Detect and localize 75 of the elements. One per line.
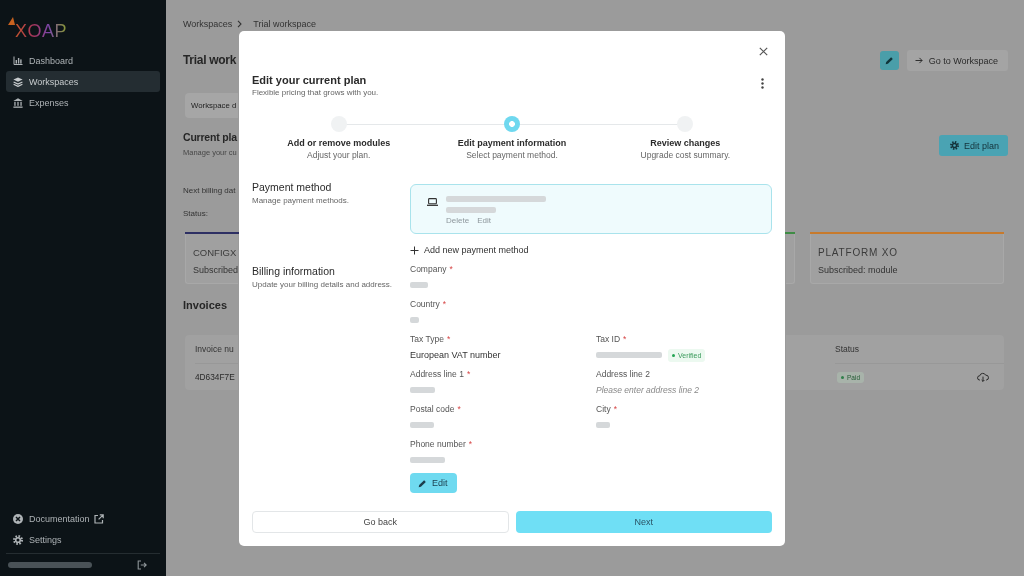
status-dot-icon bbox=[841, 375, 844, 379]
section-title: Invoices bbox=[183, 298, 229, 312]
stack-icon bbox=[13, 76, 23, 87]
field-label: Address line 1 * bbox=[410, 368, 472, 380]
edit-button[interactable]: Edit bbox=[410, 473, 457, 493]
field-label: Tax Type * bbox=[410, 333, 452, 345]
step-title: Review changes bbox=[650, 137, 721, 149]
gear-icon bbox=[13, 534, 23, 545]
column-header: Status bbox=[835, 344, 860, 354]
go-to-workspace-button[interactable]: Go to Workspace bbox=[906, 50, 1008, 71]
redacted-text bbox=[410, 457, 445, 463]
status-label: Status: bbox=[183, 207, 209, 219]
more-icon[interactable] bbox=[761, 78, 764, 89]
dialog-subtitle: Flexible pricing that grows with you. bbox=[252, 87, 379, 99]
close-icon[interactable] bbox=[759, 46, 768, 56]
section-subtitle: Manage payment methods. bbox=[252, 195, 350, 207]
field-label: City * bbox=[596, 403, 618, 415]
field-label: Address line 2 bbox=[596, 368, 651, 380]
field-label: Country * bbox=[410, 298, 448, 310]
field-value: European VAT number bbox=[410, 350, 501, 360]
billing-date-label: Next billing dat bbox=[183, 184, 237, 196]
step-subtitle: Upgrade cost summary. bbox=[640, 149, 731, 161]
step-title: Add or remove modules bbox=[287, 137, 391, 149]
redacted-text bbox=[596, 422, 610, 428]
chevron-right-icon bbox=[237, 20, 243, 28]
add-payment-method-button[interactable]: Add new payment method bbox=[410, 244, 529, 256]
pencil-icon bbox=[418, 478, 427, 488]
module-status: Subscribed: module bbox=[818, 264, 899, 276]
field-label: Postal code * bbox=[410, 403, 462, 415]
next-button[interactable]: Next bbox=[515, 511, 772, 533]
breadcrumb-current: Trial workspace bbox=[253, 19, 317, 29]
nav-item[interactable]: Documentation bbox=[6, 508, 160, 529]
section-title: Billing information bbox=[252, 264, 336, 278]
nav-item[interactable]: Expenses bbox=[6, 92, 160, 113]
module-logo: PLATFORM XO bbox=[818, 246, 899, 258]
laptop-icon bbox=[427, 198, 438, 206]
logout-icon[interactable] bbox=[137, 559, 147, 570]
section-title: Current pla bbox=[183, 131, 238, 144]
bank-icon bbox=[13, 97, 23, 108]
redacted-text bbox=[410, 422, 434, 428]
edit-button[interactable] bbox=[879, 51, 899, 70]
section-subtitle: Update your billing details and address. bbox=[252, 278, 394, 291]
dialog-title: Edit your current plan bbox=[252, 73, 368, 87]
redacted-text bbox=[410, 387, 435, 393]
chart-icon bbox=[13, 56, 23, 65]
step-subtitle: Select payment method. bbox=[466, 149, 558, 161]
redacted-text bbox=[596, 352, 662, 358]
circle-cross-icon bbox=[13, 513, 23, 524]
status-dot-icon bbox=[672, 353, 675, 357]
redacted-text bbox=[410, 282, 428, 288]
edit-plan-button[interactable]: Edit plan bbox=[938, 135, 1008, 156]
logo-mark-icon bbox=[8, 17, 15, 25]
nav-item[interactable]: Workspaces bbox=[6, 71, 160, 92]
module-logo: CONFIGX bbox=[193, 246, 238, 258]
field-label: Phone number * bbox=[410, 438, 474, 450]
cloud-download-icon[interactable] bbox=[977, 372, 989, 382]
redacted-text bbox=[410, 317, 419, 323]
section-title: Payment method bbox=[252, 181, 333, 194]
page-title: Trial work bbox=[183, 52, 237, 69]
nav-item[interactable]: Dashboard bbox=[6, 50, 160, 71]
plus-icon bbox=[410, 245, 419, 255]
pencil-icon bbox=[884, 56, 894, 65]
text-input[interactable]: Please enter address line 2 bbox=[596, 385, 699, 395]
gear-icon bbox=[949, 141, 959, 150]
table-cell: 4D634F7E bbox=[195, 372, 235, 382]
step-subtitle: Adjust your plan. bbox=[307, 149, 371, 161]
arrow-right-icon bbox=[914, 57, 923, 64]
column-header: Invoice nu bbox=[195, 344, 234, 354]
nav-item[interactable]: Settings bbox=[6, 529, 160, 550]
breadcrumb-link[interactable]: Workspaces bbox=[183, 19, 233, 29]
back-button[interactable]: Go back bbox=[252, 511, 509, 533]
field-label: Tax ID * bbox=[596, 333, 628, 345]
step-title: Edit payment information bbox=[457, 137, 567, 149]
field-label: Company * bbox=[410, 263, 454, 275]
module-status: Subscribed bbox=[193, 264, 238, 276]
